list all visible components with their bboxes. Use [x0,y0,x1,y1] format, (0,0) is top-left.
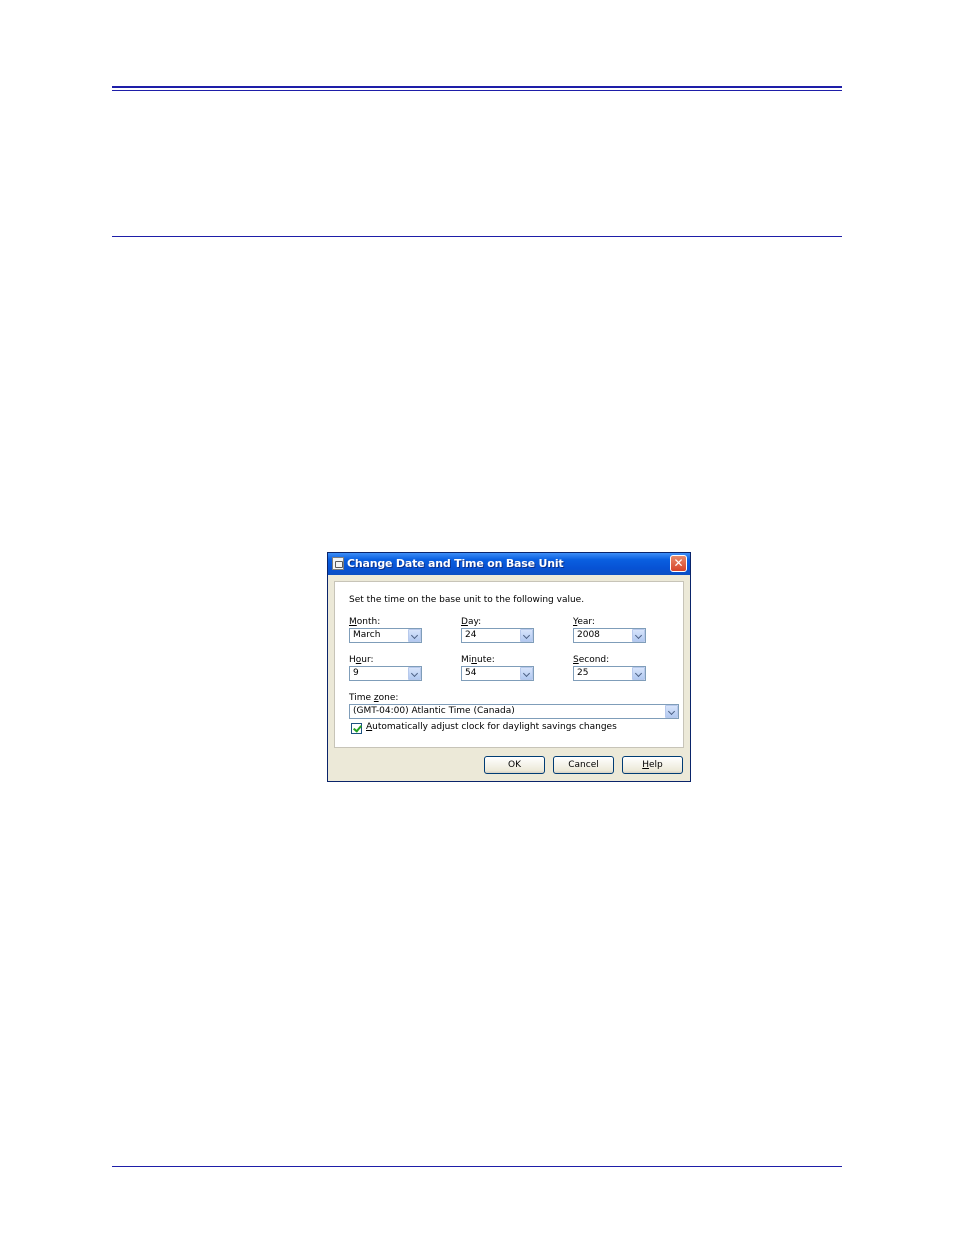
close-icon: ✕ [673,556,684,570]
timezone-value: (GMT-04:00) Atlantic Time (Canada) [353,706,515,716]
settings-panel: Set the time on the base unit to the fol… [334,581,684,748]
help-button[interactable]: Help [622,756,683,774]
timezone-select[interactable]: (GMT-04:00) Atlantic Time (Canada) [349,704,679,719]
timezone-label: Time zone: [349,693,399,703]
hour-value: 9 [353,668,359,678]
close-button[interactable]: ✕ [670,555,687,572]
hour-label: Hour: [349,655,374,665]
ok-button[interactable]: OK [484,756,545,774]
chevron-down-icon[interactable] [632,667,645,680]
chevron-down-icon[interactable] [520,667,533,680]
day-select[interactable]: 24 [461,628,534,643]
cancel-button[interactable]: Cancel [553,756,614,774]
year-select[interactable]: 2008 [573,628,646,643]
chevron-down-icon[interactable] [632,629,645,642]
chevron-down-icon[interactable] [665,705,678,718]
chevron-down-icon[interactable] [408,629,421,642]
header-rule-thick [112,86,842,88]
year-value: 2008 [577,630,600,640]
chevron-down-icon[interactable] [520,629,533,642]
dialog-title: Change Date and Time on Base Unit [347,557,564,570]
change-date-time-dialog: Change Date and Time on Base Unit ✕ Set … [327,552,691,782]
footer-rule [112,1166,842,1167]
hour-select[interactable]: 9 [349,666,422,681]
section-rule [112,236,842,237]
second-label: Second: [573,655,610,665]
day-value: 24 [465,630,477,640]
minute-label: Minute: [461,655,495,665]
month-label: Month: [349,617,381,627]
dst-checkbox[interactable] [351,723,362,734]
minute-select[interactable]: 54 [461,666,534,681]
month-select[interactable]: March [349,628,422,643]
second-value: 25 [577,668,589,678]
minute-value: 54 [465,668,477,678]
day-label: Day: [461,617,482,627]
second-select[interactable]: 25 [573,666,646,681]
chevron-down-icon[interactable] [408,667,421,680]
dst-checkbox-label[interactable]: Automatically adjust clock for daylight … [366,722,617,732]
header-rule-thin [112,90,842,91]
dialog-titlebar[interactable]: Change Date and Time on Base Unit ✕ [328,553,690,575]
application-icon[interactable] [332,557,344,570]
instruction-text: Set the time on the base unit to the fol… [349,595,585,605]
month-value: March [353,630,381,640]
year-label: Year: [573,617,595,627]
